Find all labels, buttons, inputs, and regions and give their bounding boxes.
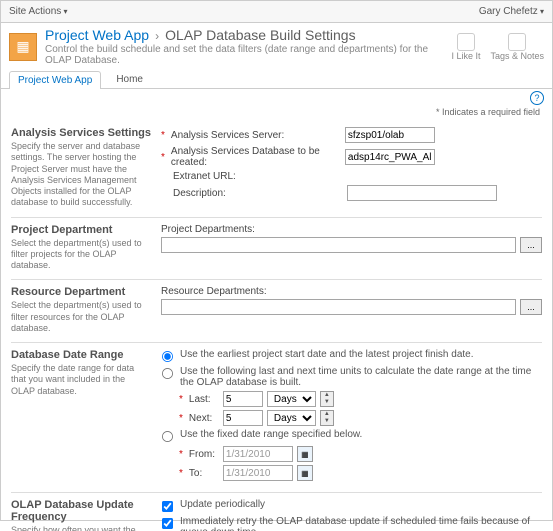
from-label: From:	[189, 449, 219, 460]
project-dept-desc: Select the department(s) used to filter …	[11, 238, 151, 272]
last-spinner[interactable]: ▲▼	[320, 391, 334, 407]
date-range-opt1-radio[interactable]	[162, 351, 173, 362]
section-project-dept: Project Department Select the department…	[11, 217, 542, 280]
to-date-picker-button[interactable]: ▦	[297, 465, 313, 481]
date-range-desc: Specify the date range for data that you…	[11, 363, 151, 397]
extranet-label: Extranet URL:	[173, 171, 343, 182]
page-icon: ▦	[9, 33, 37, 61]
resource-dept-input[interactable]	[161, 299, 516, 315]
like-button[interactable]: I Like It	[451, 33, 480, 61]
date-range-heading: Database Date Range	[11, 349, 151, 361]
last-input[interactable]	[223, 391, 263, 407]
next-label: Next:	[189, 413, 219, 424]
analysis-server-input[interactable]	[345, 127, 435, 143]
project-dept-browse-button[interactable]: ...	[520, 237, 542, 253]
project-dept-heading: Project Department	[11, 224, 151, 236]
resource-dept-label: Resource Departments:	[161, 286, 267, 297]
page-title: OLAP Database Build Settings	[165, 27, 355, 43]
page-subtitle: Control the build schedule and set the d…	[45, 44, 451, 66]
ribbon-bar: Site Actions Gary Chefetz	[1, 1, 552, 23]
site-actions-menu[interactable]: Site Actions	[9, 6, 68, 17]
date-range-opt3-label: Use the fixed date range specified below…	[180, 429, 362, 440]
project-dept-input[interactable]	[161, 237, 516, 253]
like-icon	[457, 33, 475, 51]
title-row: ▦ Project Web App › OLAP Database Build …	[1, 23, 552, 66]
analysis-heading: Analysis Services Settings	[11, 127, 151, 139]
update-periodically-checkbox[interactable]	[162, 501, 173, 512]
tags-icon	[508, 33, 526, 51]
resource-dept-desc: Select the department(s) used to filter …	[11, 300, 151, 334]
resource-dept-heading: Resource Department	[11, 286, 151, 298]
project-dept-label: Project Departments:	[161, 224, 255, 235]
breadcrumb-arrow: ›	[155, 29, 159, 43]
resource-dept-browse-button[interactable]: ...	[520, 299, 542, 315]
next-unit-select[interactable]: Days	[267, 410, 316, 426]
analysis-desc: Specify the server and database settings…	[11, 141, 151, 209]
from-input	[223, 446, 293, 462]
update-periodically-label: Update periodically	[180, 499, 265, 510]
section-analysis: Analysis Services Settings Specify the s…	[11, 121, 542, 217]
to-label: To:	[189, 468, 219, 479]
update-freq-heading: OLAP Database Update Frequency	[11, 499, 151, 523]
date-range-opt2-label: Use the following last and next time uni…	[180, 366, 542, 388]
analysis-server-label: Analysis Services Server:	[171, 130, 341, 141]
section-update-freq: OLAP Database Update Frequency Specify h…	[11, 492, 542, 531]
tab-home[interactable]: Home	[107, 70, 152, 88]
last-unit-select[interactable]: Days	[267, 391, 316, 407]
next-spinner[interactable]: ▲▼	[320, 410, 334, 426]
content-area: Analysis Services Settings Specify the s…	[1, 121, 552, 531]
required-note: * Indicates a required field	[1, 107, 552, 121]
date-range-opt3-radio[interactable]	[162, 431, 173, 442]
tags-button[interactable]: Tags & Notes	[490, 33, 544, 61]
to-input	[223, 465, 293, 481]
section-resource-dept: Resource Department Select the departmen…	[11, 279, 542, 342]
analysis-db-label: Analysis Services Database to be created…	[171, 146, 341, 168]
analysis-db-input[interactable]	[345, 149, 435, 165]
retry-label: Immediately retry the OLAP database upda…	[180, 516, 542, 531]
update-freq-desc: Specify how often you want the OLAP data…	[11, 525, 151, 531]
breadcrumb-app[interactable]: Project Web App	[45, 27, 149, 43]
section-date-range: Database Date Range Specify the date ran…	[11, 342, 542, 492]
retry-checkbox[interactable]	[162, 518, 173, 529]
date-range-opt2-radio[interactable]	[162, 368, 173, 379]
from-date-picker-button[interactable]: ▦	[297, 446, 313, 462]
description-label: Description:	[173, 188, 343, 199]
help-icon[interactable]: ?	[530, 91, 544, 105]
tab-project-web-app[interactable]: Project Web App	[9, 71, 101, 89]
description-input[interactable]	[347, 185, 497, 201]
last-label: Last:	[189, 394, 219, 405]
user-menu[interactable]: Gary Chefetz	[479, 6, 544, 17]
next-input[interactable]	[223, 410, 263, 426]
tab-strip: Project Web App Home	[1, 66, 552, 89]
date-range-opt1-label: Use the earliest project start date and …	[180, 349, 474, 360]
